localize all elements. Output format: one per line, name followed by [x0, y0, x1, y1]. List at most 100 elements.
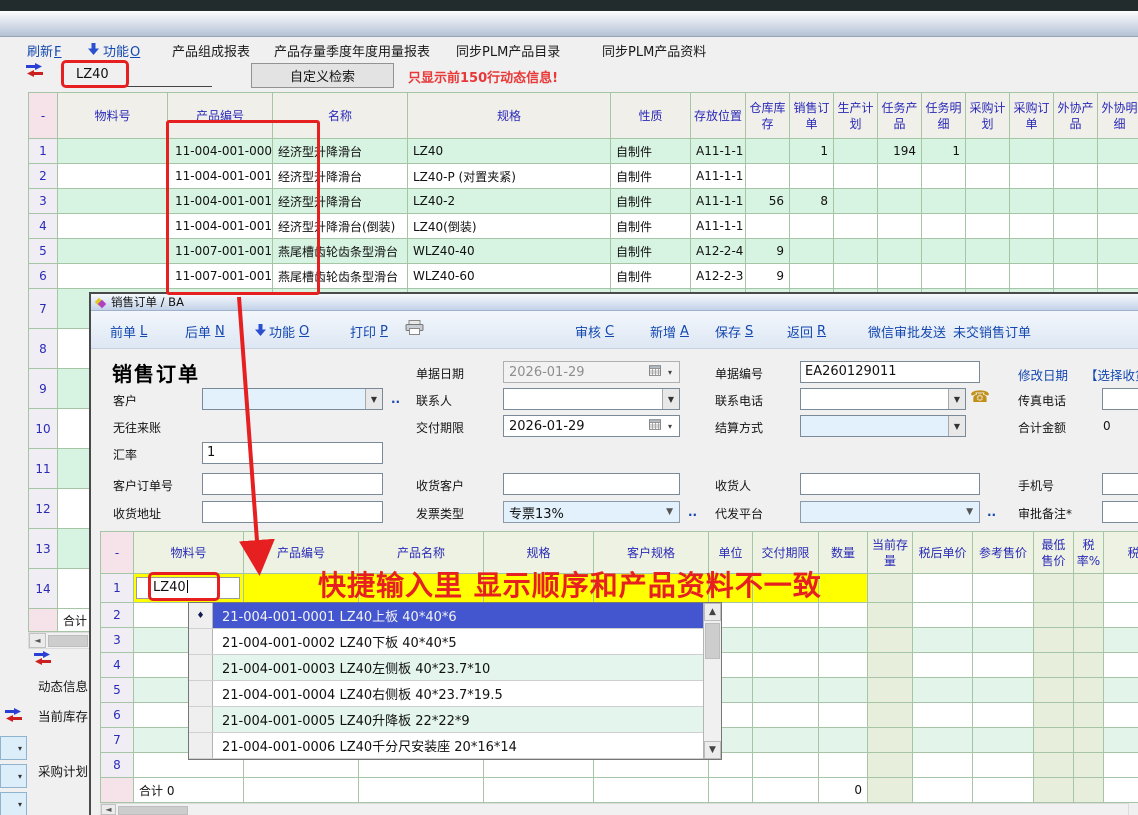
- row-number[interactable]: 10: [29, 409, 58, 449]
- dialog-title-bar[interactable]: 销售订单 / BA: [91, 294, 1138, 311]
- modify-date-link[interactable]: 修改日期: [1018, 365, 1068, 384]
- contact-combo[interactable]: ▼: [503, 388, 680, 410]
- product-cell[interactable]: [1054, 214, 1098, 239]
- product-cell[interactable]: [1010, 139, 1054, 164]
- order-lines-hscrollbar[interactable]: ◄: [100, 803, 1129, 815]
- select-receiver-link[interactable]: 【选择收货客: [1085, 365, 1138, 384]
- return-button[interactable]: 返回R: [787, 322, 826, 341]
- order-cell[interactable]: [753, 653, 819, 678]
- row-number[interactable]: 11: [29, 449, 58, 489]
- order-cell[interactable]: [1034, 628, 1074, 653]
- order-col-header[interactable]: 数量: [819, 532, 868, 574]
- doc-date-field[interactable]: 2026-01-29▾: [503, 361, 680, 383]
- product-cell[interactable]: LZ40-P (对置夹紧): [408, 164, 611, 189]
- product-cell[interactable]: [790, 164, 834, 189]
- collapsed-combo[interactable]: ▾: [0, 764, 27, 788]
- order-cell[interactable]: [913, 703, 973, 728]
- add-button[interactable]: 新增A: [650, 322, 689, 341]
- row-number[interactable]: 2: [101, 603, 134, 628]
- menu-item-sync-plm-catalog[interactable]: 同步PLM产品目录: [456, 41, 560, 60]
- panel-tab-dynamic-info[interactable]: 动态信息: [38, 676, 88, 695]
- customer-combo[interactable]: ▼: [202, 388, 383, 410]
- order-cell[interactable]: [913, 753, 973, 778]
- product-cell[interactable]: [878, 164, 922, 189]
- order-cell[interactable]: [1104, 678, 1138, 703]
- product-cell[interactable]: [966, 189, 1010, 214]
- dropdown-item[interactable]: 21-004-001-0005 LZ40升降板 22*22*9: [189, 707, 721, 733]
- product-cell[interactable]: [58, 164, 168, 189]
- product-cell[interactable]: [58, 139, 168, 164]
- product-cell[interactable]: [922, 264, 966, 289]
- product-cell[interactable]: 11-007-001-0010: [168, 239, 273, 264]
- next-doc-button[interactable]: 后单N: [185, 322, 225, 341]
- phone-icon[interactable]: ☎: [970, 387, 990, 406]
- refresh-menu-item[interactable]: 刷新F: [27, 41, 62, 60]
- order-cell[interactable]: [819, 603, 868, 628]
- product-cell[interactable]: 自制件: [611, 214, 691, 239]
- date-dropdown-arrow[interactable]: ▾: [663, 416, 677, 436]
- order-cell[interactable]: [819, 628, 868, 653]
- order-cell[interactable]: [1074, 574, 1104, 603]
- order-cell[interactable]: [1104, 628, 1138, 653]
- product-cell[interactable]: [1010, 264, 1054, 289]
- product-cell[interactable]: [790, 264, 834, 289]
- product-cell[interactable]: [834, 164, 878, 189]
- order-col-header[interactable]: 最低售价: [1034, 532, 1074, 574]
- product-cell[interactable]: [1098, 139, 1138, 164]
- order-cell[interactable]: LZ40: [134, 574, 244, 603]
- product-cell[interactable]: [1098, 214, 1138, 239]
- product-cell[interactable]: [1010, 214, 1054, 239]
- product-cell[interactable]: 11-004-001-0016: [168, 214, 273, 239]
- product-cell[interactable]: [746, 164, 790, 189]
- dropdown-item[interactable]: ♦21-004-001-0001 LZ40上板 40*40*6: [189, 603, 721, 629]
- main-col-header[interactable]: 外协明细: [1098, 93, 1138, 139]
- menu-item-sync-plm-data[interactable]: 同步PLM产品资料: [602, 41, 706, 60]
- product-cell[interactable]: [966, 139, 1010, 164]
- order-cell[interactable]: [1074, 603, 1104, 628]
- swap-columns-icon[interactable]: [26, 63, 44, 78]
- order-cell[interactable]: [913, 653, 973, 678]
- order-col-header[interactable]: 税: [1104, 532, 1138, 574]
- receiver-input[interactable]: [800, 473, 980, 495]
- product-cell[interactable]: 194: [878, 139, 922, 164]
- product-cell[interactable]: 燕尾槽齿轮齿条型滑台: [273, 264, 408, 289]
- product-cell[interactable]: A11-1-1: [691, 164, 746, 189]
- search-input[interactable]: LZ40: [66, 63, 212, 87]
- scroll-down-arrow[interactable]: ▼: [704, 741, 721, 759]
- order-cell[interactable]: [1074, 753, 1104, 778]
- order-cell[interactable]: [913, 728, 973, 753]
- product-cell[interactable]: [1098, 239, 1138, 264]
- order-cell[interactable]: [868, 753, 913, 778]
- order-col-header[interactable]: 物料号: [134, 532, 244, 574]
- order-cell[interactable]: [973, 753, 1034, 778]
- order-cell[interactable]: [973, 628, 1034, 653]
- product-cell[interactable]: [1054, 164, 1098, 189]
- order-cell[interactable]: [868, 628, 913, 653]
- invoice-more-button[interactable]: ..: [688, 505, 697, 519]
- functions-menu-item[interactable]: 功能O: [88, 41, 140, 60]
- custom-search-button[interactable]: 自定义检索: [251, 63, 394, 88]
- product-cell[interactable]: [966, 164, 1010, 189]
- product-cell[interactable]: [58, 189, 168, 214]
- order-cell[interactable]: [819, 753, 868, 778]
- order-cell[interactable]: [913, 574, 973, 603]
- order-cell[interactable]: [1104, 753, 1138, 778]
- product-cell[interactable]: [834, 264, 878, 289]
- product-cell[interactable]: 自制件: [611, 239, 691, 264]
- recv-address-input[interactable]: [202, 501, 383, 523]
- product-cell[interactable]: 自制件: [611, 189, 691, 214]
- row-number[interactable]: 4: [101, 653, 134, 678]
- platform-more-button[interactable]: ..: [987, 505, 996, 519]
- product-cell[interactable]: 11-004-001-0014: [168, 189, 273, 214]
- main-col-header[interactable]: 任务产品: [878, 93, 922, 139]
- order-cell[interactable]: [1034, 753, 1074, 778]
- product-cell[interactable]: 56: [746, 189, 790, 214]
- product-cell[interactable]: A11-1-1: [691, 139, 746, 164]
- order-cell[interactable]: [1034, 678, 1074, 703]
- product-cell[interactable]: [878, 189, 922, 214]
- product-cell[interactable]: [878, 264, 922, 289]
- order-cell[interactable]: [1074, 703, 1104, 728]
- order-cell[interactable]: [1074, 728, 1104, 753]
- order-cell[interactable]: [1074, 653, 1104, 678]
- order-col-header[interactable]: 当前存量: [868, 532, 913, 574]
